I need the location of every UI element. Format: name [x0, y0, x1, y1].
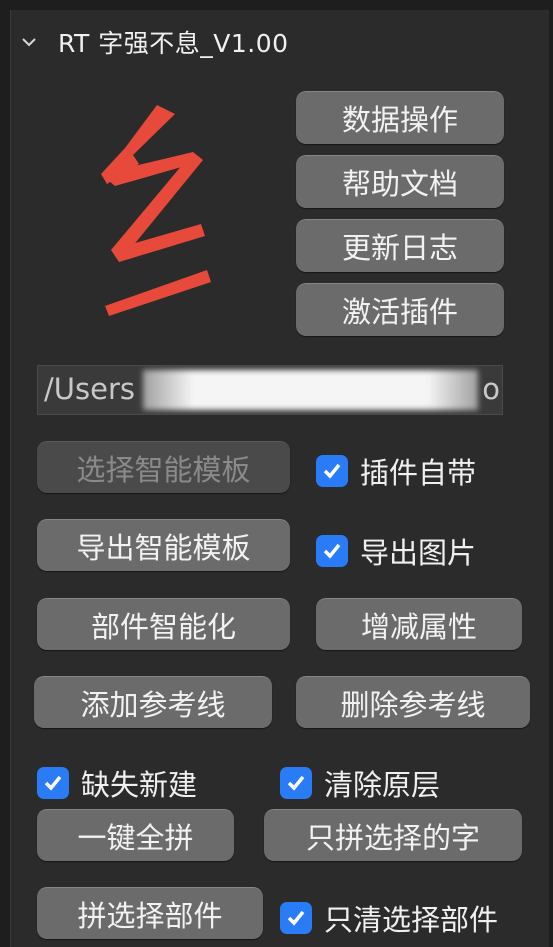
path-field[interactable]: /Users o: [37, 365, 503, 415]
panel-header[interactable]: RT 字强不息_V1.00: [20, 22, 289, 62]
activate-plugin-button[interactable]: 激活插件: [296, 283, 504, 336]
one-click-assemble-button[interactable]: 一键全拼: [37, 809, 234, 861]
assemble-selected-parts-button[interactable]: 拼选择部件: [37, 887, 263, 939]
create-missing-checkbox[interactable]: 缺失新建: [37, 762, 197, 804]
data-operations-button[interactable]: 数据操作: [296, 91, 504, 144]
panel-title: RT 字强不息_V1.00: [58, 29, 289, 58]
app-logo-icon: [95, 100, 215, 320]
checkbox-checked-icon[interactable]: [280, 902, 312, 934]
checkbox-checked-icon[interactable]: [280, 767, 312, 799]
select-template-button[interactable]: 选择智能模板: [37, 441, 290, 493]
checkbox-checked-icon[interactable]: [316, 535, 348, 567]
checkbox-label: 缺失新建: [81, 768, 198, 802]
add-guides-button[interactable]: 添加参考线: [34, 676, 272, 728]
checkbox-label: 只清选择部件: [324, 903, 499, 937]
checkbox-label: 清除原层: [324, 768, 441, 802]
changelog-button[interactable]: 更新日志: [296, 219, 504, 272]
checkbox-checked-icon[interactable]: [316, 455, 348, 487]
export-template-button[interactable]: 导出智能模板: [37, 519, 290, 571]
clear-original-layer-checkbox[interactable]: 清除原层: [280, 762, 440, 804]
help-docs-button[interactable]: 帮助文档: [296, 155, 504, 208]
export-images-checkbox[interactable]: 导出图片: [316, 530, 476, 572]
path-redaction: [143, 370, 478, 410]
delete-guides-button[interactable]: 删除参考线: [296, 676, 530, 728]
checkbox-label: 导出图片: [360, 536, 477, 570]
plugin-builtin-checkbox[interactable]: 插件自带: [316, 450, 476, 492]
componentize-button[interactable]: 部件智能化: [37, 598, 290, 650]
checkbox-label: 插件自带: [360, 456, 477, 490]
path-suffix: o: [482, 372, 500, 406]
clear-selected-parts-only-checkbox[interactable]: 只清选择部件: [280, 897, 498, 939]
checkbox-checked-icon[interactable]: [37, 767, 69, 799]
chevron-down-icon[interactable]: [20, 33, 38, 51]
assemble-selected-chars-button[interactable]: 只拼选择的字: [264, 809, 522, 861]
path-prefix: /Users: [44, 372, 135, 406]
edit-attributes-button[interactable]: 增减属性: [316, 598, 522, 650]
